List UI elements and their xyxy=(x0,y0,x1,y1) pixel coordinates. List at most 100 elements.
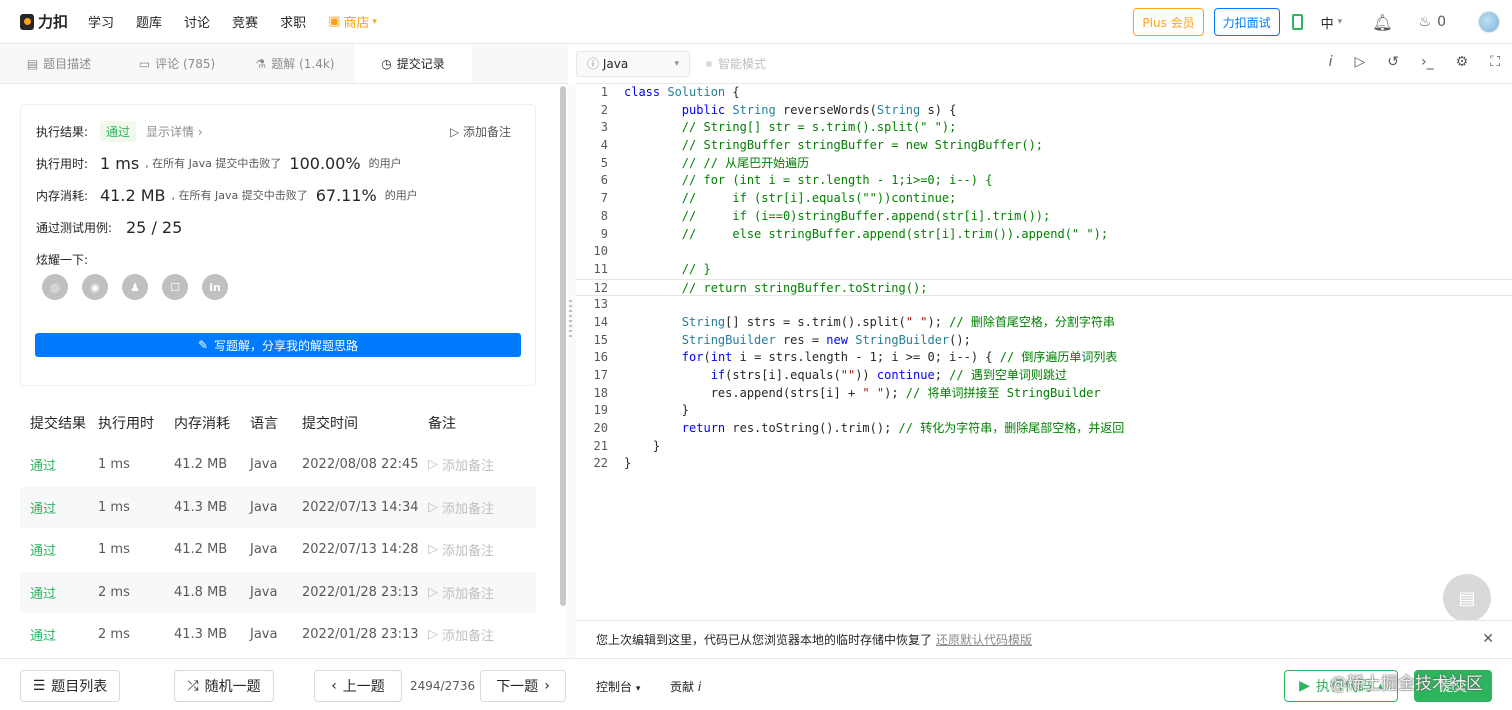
code-line[interactable]: 2 public String reverseWords(String s) { xyxy=(576,102,1512,120)
tab-description[interactable]: ▤ 题目描述 xyxy=(0,44,118,83)
col-note: 备注 xyxy=(428,416,456,432)
status-badge: 通过 xyxy=(100,120,137,142)
qq-icon[interactable]: ♟ xyxy=(122,274,148,300)
code-line[interactable]: 8 // if (i==0)stringBuffer.append(str[i]… xyxy=(576,208,1512,226)
logo[interactable]: 力扣 xyxy=(20,11,78,32)
weibo-icon[interactable]: ◉ xyxy=(82,274,108,300)
row-status[interactable]: 通过 xyxy=(20,455,98,474)
table-row[interactable]: 通过 2 ms 41.3 MB Java 2022/01/28 23:13 ▷ 添加备注 xyxy=(20,614,536,657)
plus-member-button[interactable]: Plus 会员 xyxy=(1133,8,1204,36)
code-editor[interactable]: 1 class Solution {2 public String reverse… xyxy=(576,84,1512,620)
show-details-link[interactable]: 显示详情 › xyxy=(146,123,203,140)
row-status[interactable]: 通过 xyxy=(20,540,98,559)
bell-icon[interactable]: 🔔︎ xyxy=(1372,13,1392,32)
random-problem-label: 随机一题 xyxy=(204,679,261,695)
tab-comments[interactable]: ▭ 评论 (785) xyxy=(118,44,236,83)
write-solution-button[interactable]: ✎ 写题解，分享我的解题思路 xyxy=(35,333,521,357)
next-problem-button[interactable]: 下一题 › xyxy=(480,670,566,702)
smart-mode-toggle[interactable]: 智能模式 xyxy=(706,55,766,72)
write-solution-label: 写题解，分享我的解题思路 xyxy=(214,338,359,353)
code-text: } xyxy=(624,438,661,453)
language-select[interactable]: ⓘ Java ▾ xyxy=(576,50,690,77)
code-text: // else stringBuffer.append(str[i].trim(… xyxy=(681,226,1109,241)
linkedin-icon[interactable]: in xyxy=(202,274,228,300)
left-scrollbar[interactable] xyxy=(560,86,566,606)
reset-icon[interactable]: ↺ xyxy=(1387,54,1399,70)
row-note-label: 添加备注 xyxy=(442,586,495,602)
code-line[interactable]: 21 } xyxy=(576,438,1512,456)
douban-icon[interactable]: ☐ xyxy=(162,274,188,300)
code-line[interactable]: 10 xyxy=(576,243,1512,261)
settings-icon[interactable]: ⚙ xyxy=(1456,54,1469,70)
code-line[interactable]: 16 for(int i = strs.length - 1; i >= 0; … xyxy=(576,349,1512,367)
problem-footer: ☰ 题目列表 ⤮ 随机一题 ‹ 上一题 2494/2736 下一题 › xyxy=(0,658,576,710)
drag-handle-icon[interactable] xyxy=(569,300,572,340)
nav-discuss[interactable]: 讨论 xyxy=(184,12,210,31)
code-line[interactable]: 5 // // 从尾巴开始遍历 xyxy=(576,155,1512,173)
code-line[interactable]: 12 // return stringBuffer.toString(); xyxy=(576,278,1512,297)
code-line[interactable]: 19 } xyxy=(576,402,1512,420)
contribute-label: 贡献 xyxy=(670,680,695,694)
nav-shop[interactable]: ▣ 商店 ▾ xyxy=(328,12,377,31)
contribute-button[interactable]: 贡献 i xyxy=(670,678,701,695)
language-switcher[interactable]: 中 ▾ xyxy=(1321,13,1343,32)
flag-icon: ▷ xyxy=(428,499,438,515)
line-number: 19 xyxy=(593,403,608,418)
notes-fab[interactable]: ▤ xyxy=(1443,574,1491,622)
row-status[interactable]: 通过 xyxy=(20,498,98,517)
tab-solutions[interactable]: ⚗ 题解 (1.4k) xyxy=(236,44,354,83)
add-note-button[interactable]: ▷ 添加备注 xyxy=(450,123,511,140)
code-line[interactable]: 14 String[] strs = s.trim().split(" "); … xyxy=(576,314,1512,332)
row-add-note[interactable]: ▷ 添加备注 xyxy=(428,455,528,474)
line-number: 3 xyxy=(600,120,608,135)
mobile-icon[interactable] xyxy=(1291,14,1303,30)
restore-default-link[interactable]: 还原默认代码模版 xyxy=(936,631,1032,648)
code-line[interactable]: 6 // for (int i = str.length - 1;i>=0; i… xyxy=(576,172,1512,190)
code-line[interactable]: 4 // StringBuffer stringBuffer = new Str… xyxy=(576,137,1512,155)
pane-splitter[interactable] xyxy=(567,84,576,658)
nav-contest[interactable]: 竞赛 xyxy=(232,12,258,31)
shop-icon: ▣ xyxy=(328,14,341,29)
nav-problems[interactable]: 题库 xyxy=(136,12,162,31)
code-line[interactable]: 20 return res.toString().trim(); // 转化为字… xyxy=(576,420,1512,438)
nav-learn[interactable]: 学习 xyxy=(88,12,114,31)
code-line[interactable]: 11 // } xyxy=(576,261,1512,279)
streak[interactable]: ♨ 0 xyxy=(1419,14,1446,30)
nav-jobs[interactable]: 求职 xyxy=(280,12,306,31)
code-line[interactable]: 22} xyxy=(576,455,1512,473)
problem-list-button[interactable]: ☰ 题目列表 xyxy=(20,670,120,702)
problem-list-label: 题目列表 xyxy=(51,679,108,695)
flag-icon[interactable]: ▷ xyxy=(1355,54,1366,70)
table-row[interactable]: 通过 1 ms 41.2 MB Java 2022/08/08 22:45 ▷ 添加备注 xyxy=(20,444,536,487)
row-add-note[interactable]: ▷ 添加备注 xyxy=(428,625,528,644)
code-line[interactable]: 1 class Solution { xyxy=(576,84,1512,102)
code-line[interactable]: 7 // if (str[i].equals(""))continue; xyxy=(576,190,1512,208)
wechat-icon[interactable]: ◎ xyxy=(42,274,68,300)
code-line[interactable]: 3 // String[] str = s.trim().split(" "); xyxy=(576,119,1512,137)
random-problem-button[interactable]: ⤮ 随机一题 xyxy=(174,670,274,702)
code-line[interactable]: 13 xyxy=(576,296,1512,314)
row-status[interactable]: 通过 xyxy=(20,625,98,644)
row-add-note[interactable]: ▷ 添加备注 xyxy=(428,498,528,517)
table-row[interactable]: 通过 2 ms 41.8 MB Java 2022/01/28 23:13 ▷ 添加备注 xyxy=(20,571,536,614)
row-status[interactable]: 通过 xyxy=(20,583,98,602)
prev-problem-button[interactable]: ‹ 上一题 xyxy=(314,670,402,702)
code-line[interactable]: 15 StringBuilder res = new StringBuilder… xyxy=(576,332,1512,350)
table-row[interactable]: 通过 1 ms 41.2 MB Java 2022/07/13 14:28 ▷ 添加备注 xyxy=(20,529,536,572)
code-line[interactable]: 18 res.append(strs[i] + " "); // 将单词拼接至 … xyxy=(576,385,1512,403)
table-row[interactable]: 通过 1 ms 41.3 MB Java 2022/07/13 14:34 ▷ 添加备注 xyxy=(20,486,536,529)
interview-button[interactable]: 力扣面试 xyxy=(1213,8,1280,36)
tab-submissions[interactable]: ◷ 提交记录 xyxy=(354,44,472,83)
info-icon[interactable]: i xyxy=(1329,54,1333,70)
close-icon[interactable]: ✕ xyxy=(1482,631,1494,647)
row-add-note[interactable]: ▷ 添加备注 xyxy=(428,583,528,602)
code-line[interactable]: 17 if(strs[i].equals("")) continue; // 遇… xyxy=(576,367,1512,385)
avatar[interactable] xyxy=(1478,11,1500,33)
terminal-icon[interactable]: ›_ xyxy=(1421,54,1434,70)
console-button[interactable]: 控制台 ▾ xyxy=(596,678,640,695)
line-number: 15 xyxy=(593,332,608,347)
status-dot-icon xyxy=(706,60,712,67)
fullscreen-icon[interactable]: ⛶ xyxy=(1490,54,1500,70)
row-add-note[interactable]: ▷ 添加备注 xyxy=(428,540,528,559)
code-line[interactable]: 9 // else stringBuffer.append(str[i].tri… xyxy=(576,226,1512,244)
